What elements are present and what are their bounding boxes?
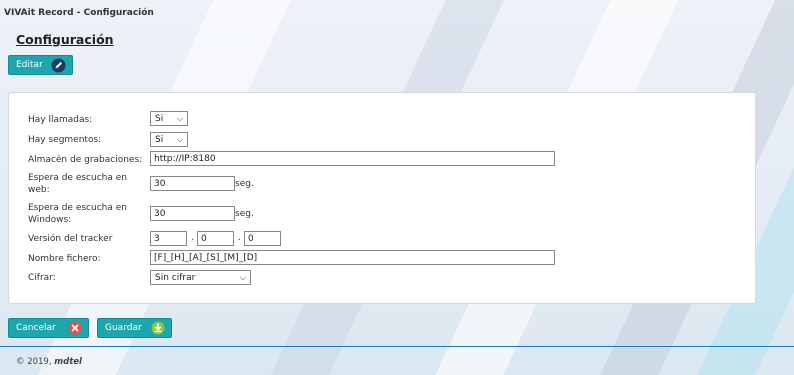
hay-segmentos-value: Si xyxy=(155,134,164,145)
espera-web-unit: seg. xyxy=(235,179,254,189)
version-separator: . xyxy=(191,233,194,243)
app-title: VIVAit Record - Configuración xyxy=(4,8,154,18)
footer: © 2019, mdtel xyxy=(16,357,82,367)
hay-llamadas-select[interactable]: Si ⌵ xyxy=(150,111,188,126)
espera-windows-input[interactable]: 30 xyxy=(150,206,235,221)
almacen-label: Almacén de grabaciones: xyxy=(28,155,143,165)
espera-web-value: 30 xyxy=(154,178,166,189)
save-button-label: Guardar xyxy=(105,323,142,333)
chevron-down-icon: ⌵ xyxy=(176,134,183,144)
save-arrow-icon xyxy=(151,321,165,335)
cifrar-select[interactable]: Sin cifrar ⌵ xyxy=(150,270,251,285)
espera-web-label: Espera de escucha en web: xyxy=(28,172,127,196)
espera-web-label-line1: Espera de escucha en xyxy=(28,173,127,183)
espera-web-label-line2: web: xyxy=(28,185,50,195)
edit-button[interactable]: Editar xyxy=(8,55,73,75)
config-form-panel: Hay llamadas: Si ⌵ Hay segmentos: Si ⌵ A… xyxy=(8,92,756,304)
footer-divider xyxy=(0,346,794,347)
brand-name: mdtel xyxy=(54,357,82,367)
cifrar-label: Cifrar: xyxy=(28,273,56,283)
cancel-button[interactable]: Cancelar xyxy=(8,318,89,338)
version-minor-input[interactable]: 0 xyxy=(197,231,234,246)
version-major-input[interactable]: 3 xyxy=(150,231,187,246)
almacen-value: http://IP:8180 xyxy=(154,153,216,164)
hay-segmentos-label: Hay segmentos: xyxy=(28,135,102,145)
espera-windows-value: 30 xyxy=(154,208,166,219)
edit-button-label: Editar xyxy=(16,60,43,70)
chevron-down-icon: ⌵ xyxy=(176,113,183,123)
espera-windows-label-line1: Espera de escucha en xyxy=(28,203,127,213)
version-tracker-label: Versión del tracker xyxy=(28,234,113,244)
version-minor-value: 0 xyxy=(201,233,207,244)
espera-windows-label-line2: Windows: xyxy=(28,215,72,225)
espera-windows-label: Espera de escucha en Windows: xyxy=(28,202,127,226)
pencil-icon xyxy=(51,58,66,73)
cancel-button-label: Cancelar xyxy=(16,323,56,333)
close-circle-icon xyxy=(68,321,82,335)
chevron-down-icon: ⌵ xyxy=(239,272,246,282)
version-major-value: 3 xyxy=(154,233,160,244)
nombre-fichero-label: Nombre fichero: xyxy=(28,254,101,264)
hay-llamadas-value: Si xyxy=(155,113,164,124)
espera-web-input[interactable]: 30 xyxy=(150,176,235,191)
cifrar-value: Sin cifrar xyxy=(155,272,196,283)
espera-windows-unit: seg. xyxy=(235,209,254,219)
almacen-input[interactable]: http://IP:8180 xyxy=(150,151,555,166)
copyright-text: © 2019, xyxy=(16,357,52,367)
hay-llamadas-label: Hay llamadas: xyxy=(28,115,93,125)
save-button[interactable]: Guardar xyxy=(97,318,172,338)
page-title: Configuración xyxy=(16,32,114,47)
hay-segmentos-select[interactable]: Si ⌵ xyxy=(150,132,188,147)
nombre-fichero-input[interactable]: [F]_[H]_[A]_[S]_[M]_[D] xyxy=(150,250,555,265)
version-patch-input[interactable]: 0 xyxy=(244,231,281,246)
version-patch-value: 0 xyxy=(248,233,254,244)
nombre-fichero-value: [F]_[H]_[A]_[S]_[M]_[D] xyxy=(154,252,258,263)
version-separator: . xyxy=(238,233,241,243)
